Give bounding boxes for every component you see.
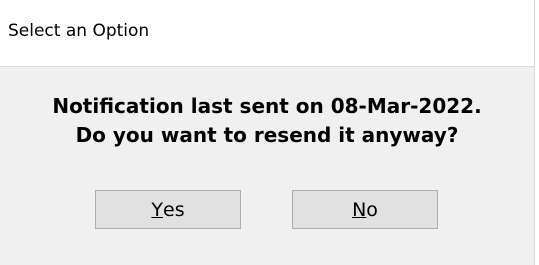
dialog-message: Notification last sent on 08-Mar-2022. D… xyxy=(0,92,534,150)
no-button-accelerator: N xyxy=(352,198,367,221)
message-line-2: Do you want to resend it anyway? xyxy=(75,123,459,147)
yes-button-label-rest: es xyxy=(163,198,185,221)
window-title: Select an Option xyxy=(8,21,150,41)
yes-button-accelerator: Y xyxy=(151,198,163,221)
title-bar[interactable]: Select an Option xyxy=(0,0,534,67)
message-line-1: Notification last sent on 08-Mar-2022. xyxy=(52,94,482,118)
no-button[interactable]: No xyxy=(292,190,438,229)
dialog-window: Select an Option Notification last sent … xyxy=(0,0,535,265)
no-button-label-rest: o xyxy=(366,198,378,221)
yes-button[interactable]: Yes xyxy=(95,190,241,229)
